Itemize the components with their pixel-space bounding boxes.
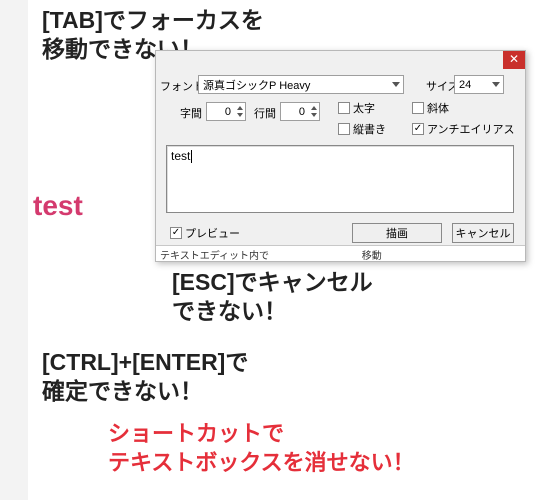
checkbox-antialias[interactable]: ✓ アンチエイリアス xyxy=(412,121,515,137)
close-button[interactable]: ✕ xyxy=(503,51,525,69)
checkbox-box: ✓ xyxy=(170,227,182,239)
annotation-esc: [ESC]でキャンセルできない！ xyxy=(172,268,373,326)
annotation-shortcut: ショートカットでテキストボックスを消せない！ xyxy=(108,420,415,477)
left-sidebar xyxy=(0,0,28,500)
checkbox-box xyxy=(338,102,350,114)
text-caret xyxy=(191,150,192,163)
checkbox-label: 太字 xyxy=(353,100,375,116)
cancel-button[interactable]: キャンセル xyxy=(452,223,514,243)
font-name-value: 源真ゴシックP Heavy xyxy=(203,77,310,93)
text-tool-dialog: ✕ フォント名 源真ゴシックP Heavy サイズ 24 字間 0 行間 0 太… xyxy=(155,50,526,262)
leading-spinbox[interactable]: 0 xyxy=(280,102,320,121)
text-input-area[interactable]: test xyxy=(166,145,514,213)
checkbox-box xyxy=(412,102,424,114)
hint-strip: テキストエディット内で 移動 xyxy=(156,245,525,261)
annotation-ctrl-enter: [CTRL]+[ENTER]で確定できない！ xyxy=(42,348,248,406)
font-name-combo[interactable]: 源真ゴシックP Heavy xyxy=(198,75,404,94)
canvas-preview-text: test xyxy=(33,190,83,222)
size-value: 24 xyxy=(459,79,471,91)
button-label: キャンセル xyxy=(456,225,511,241)
checkbox-box: ✓ xyxy=(412,123,424,135)
checkbox-label: プレビュー xyxy=(185,225,240,241)
draw-button[interactable]: 描画 xyxy=(352,223,442,243)
kerning-value: 0 xyxy=(225,106,231,118)
checkbox-box xyxy=(338,123,350,135)
close-icon: ✕ xyxy=(509,52,519,66)
checkbox-preview[interactable]: ✓ プレビュー xyxy=(170,225,240,241)
checkbox-bold[interactable]: 太字 xyxy=(338,100,375,116)
checkbox-label: 縦書き xyxy=(353,121,386,137)
checkbox-label: アンチエイリアス xyxy=(427,121,515,137)
kerning-spinbox[interactable]: 0 xyxy=(206,102,246,121)
checkbox-italic[interactable]: 斜体 xyxy=(412,100,449,116)
button-label: 描画 xyxy=(386,225,408,241)
checkbox-vertical[interactable]: 縦書き xyxy=(338,121,386,137)
size-combo[interactable]: 24 xyxy=(454,75,504,94)
label-leading: 行間 xyxy=(254,105,276,121)
checkbox-label: 斜体 xyxy=(427,100,449,116)
label-kerning: 字間 xyxy=(180,105,202,121)
text-input-value: test xyxy=(171,149,190,163)
leading-value: 0 xyxy=(299,106,305,118)
